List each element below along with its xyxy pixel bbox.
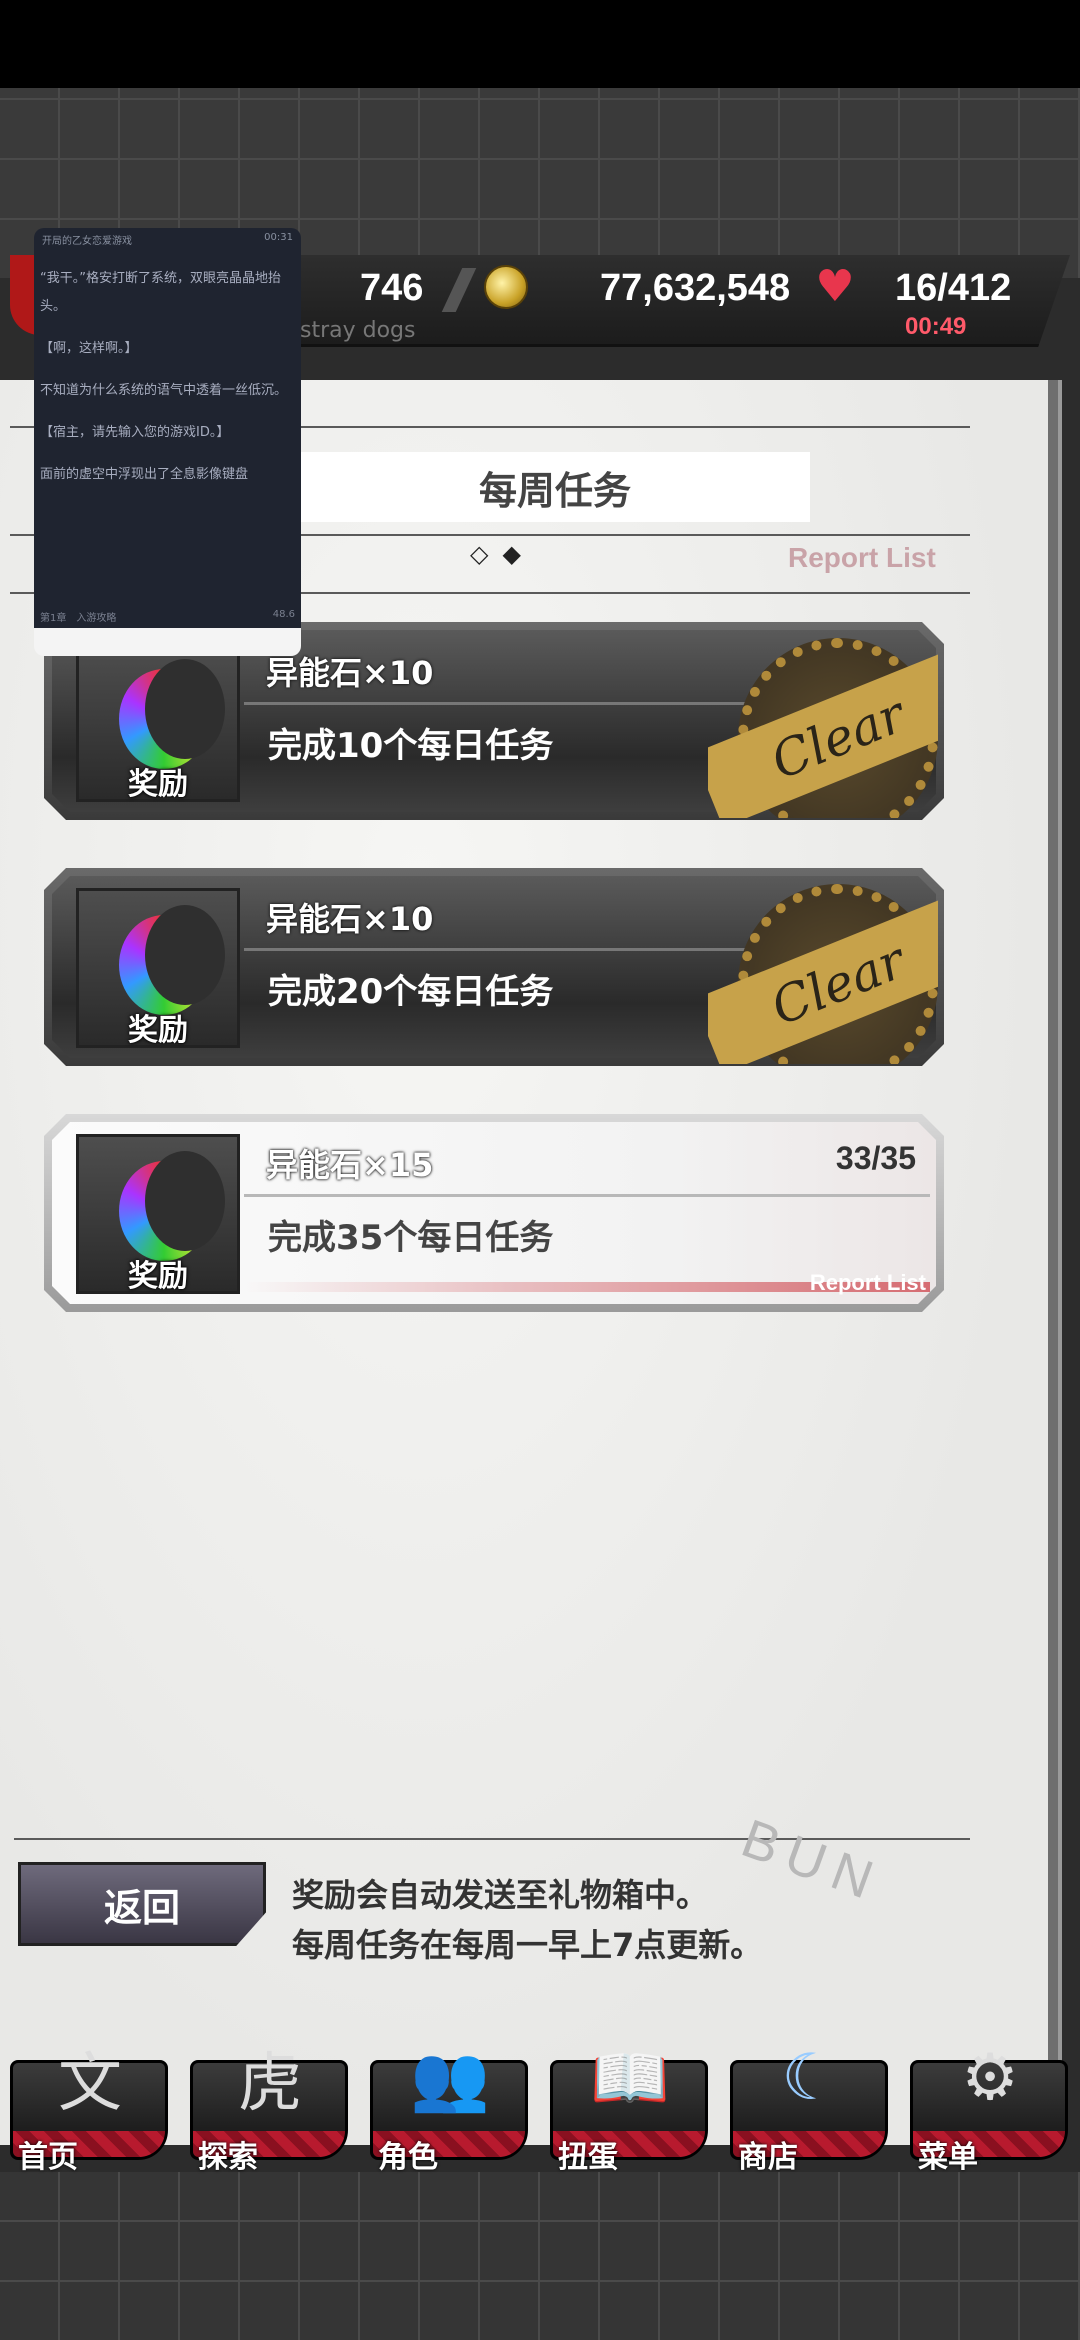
bottom-grid-background bbox=[0, 2172, 1080, 2340]
resource-subtitle: stray dogs bbox=[300, 318, 416, 343]
energy-count: 746 bbox=[360, 267, 424, 309]
characters-icon: 👥 bbox=[410, 2041, 490, 2116]
nav-label: 菜单 bbox=[918, 2140, 978, 2175]
clear-stamp: Clear bbox=[708, 628, 938, 818]
stamina-count: 16/412 bbox=[895, 267, 1012, 309]
mission-report-link[interactable]: Report List bbox=[810, 1270, 926, 1296]
nav-label: 角色 bbox=[378, 2140, 438, 2175]
nav-shop[interactable]: ☾ 商店 bbox=[724, 2020, 894, 2175]
nav-label: 扭蛋 bbox=[558, 2140, 618, 2175]
book-icon: 📖 bbox=[590, 2041, 670, 2116]
info-note: 奖励会自动发送至礼物箱中。 bbox=[292, 1876, 709, 1914]
moon-stone-icon: ☾ bbox=[781, 2041, 839, 2115]
bottom-nav: 文 首页 虎 探索 👥 角色 📖 扭蛋 ☾ 商店 ⚙ 菜单 bbox=[0, 2020, 1080, 2175]
mission-description: 完成35个每日任务 bbox=[268, 1218, 554, 1258]
reward-label: 奖励 bbox=[128, 1259, 188, 1294]
reader-clock: 00:31 bbox=[264, 232, 293, 243]
coin-icon bbox=[484, 265, 528, 309]
stamina-timer: 00:49 bbox=[905, 313, 967, 340]
nav-home[interactable]: 文 首页 bbox=[4, 2020, 174, 2175]
mission-description: 完成20个每日任务 bbox=[268, 972, 554, 1012]
tiger-icon: 虎 bbox=[238, 2047, 302, 2121]
nav-explore[interactable]: 虎 探索 bbox=[184, 2020, 354, 2175]
reward-icon-box: 奖励 bbox=[76, 1134, 240, 1294]
report-list-link[interactable]: Report List bbox=[788, 542, 936, 574]
back-button[interactable]: 返回 bbox=[18, 1862, 266, 1946]
reward-icon-box: 奖励 bbox=[76, 642, 240, 802]
mission-card[interactable]: 奖励 异能石×15 33/35 完成35个每日任务 Report List bbox=[44, 1114, 944, 1312]
coin-count: 77,632,548 bbox=[600, 267, 791, 309]
nav-menu[interactable]: ⚙ 菜单 bbox=[904, 2020, 1074, 2175]
nav-characters[interactable]: 👥 角色 bbox=[364, 2020, 534, 2175]
nav-label: 首页 bbox=[18, 2140, 78, 2175]
clear-stamp: Clear bbox=[708, 874, 938, 1064]
nav-label: 探索 bbox=[198, 2140, 258, 2175]
page-indicator[interactable]: ◇◆ bbox=[470, 540, 535, 568]
heart-icon: ♥ bbox=[815, 261, 855, 312]
home-icon: 文 bbox=[58, 2047, 122, 2121]
info-note: 每周任务在每周一早上7点更新。 bbox=[292, 1926, 763, 1964]
reader-chapter: 第1章 入游攻略 bbox=[40, 613, 117, 624]
mission-progress: 33/35 bbox=[835, 1140, 916, 1176]
reader-overlay-window[interactable]: 开局的乙女恋爱游戏 00:31 “我干。”格安打断了系统，双眼亮晶晶地抬头。 【… bbox=[34, 228, 301, 656]
mission-reward: 异能石×15 bbox=[266, 1146, 434, 1184]
reader-progress: 48.6 bbox=[272, 609, 295, 620]
reward-label: 奖励 bbox=[128, 767, 188, 802]
mission-reward: 异能石×10 bbox=[266, 900, 434, 938]
nav-gacha[interactable]: 📖 扭蛋 bbox=[544, 2020, 714, 2175]
mission-description: 完成10个每日任务 bbox=[268, 726, 554, 766]
reward-icon-box: 奖励 bbox=[76, 888, 240, 1048]
reader-paragraph: “我干。”格安打断了系统，双眼亮晶晶地抬头。 bbox=[40, 271, 281, 314]
reader-paragraph: 不知道为什么系统的语气中透着一丝低沉。 bbox=[40, 383, 288, 398]
reader-paragraph: 【啊，这样啊。】 bbox=[40, 341, 138, 356]
mission-card[interactable]: 奖励 异能石×10 完成20个每日任务 Clear bbox=[44, 868, 944, 1066]
moon-stone-icon bbox=[119, 905, 225, 1015]
page-title: 每周任务 bbox=[300, 452, 810, 522]
moon-stone-icon bbox=[119, 659, 225, 769]
nav-label: 商店 bbox=[738, 2140, 798, 2175]
moon-stone-icon bbox=[119, 1151, 225, 1261]
reader-paragraph: 面前的虚空中浮现出了全息影像键盘 bbox=[40, 467, 249, 482]
reader-title: 开局的乙女恋爱游戏 bbox=[42, 236, 132, 247]
reader-paragraph: 【宿主，请先输入您的游戏ID。】 bbox=[40, 425, 230, 440]
status-bar bbox=[0, 0, 1080, 88]
gear-icon: ⚙ bbox=[961, 2041, 1019, 2115]
reward-label: 奖励 bbox=[128, 1013, 188, 1048]
